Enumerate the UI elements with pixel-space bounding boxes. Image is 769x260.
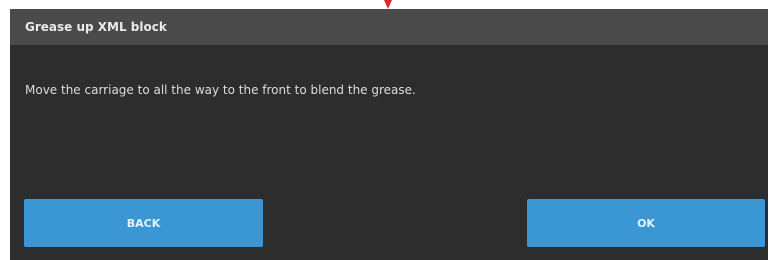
back-button[interactable]: BACK [24, 199, 263, 247]
grease-dialog: Grease up XML block Move the carriage to… [10, 9, 768, 260]
dialog-body: Move the carriage to all the way to the … [25, 79, 753, 98]
dialog-title: Grease up XML block [25, 20, 167, 34]
pointer-arrow-icon [384, 0, 392, 9]
ok-button-label: OK [637, 216, 655, 230]
back-button-label: BACK [126, 216, 161, 230]
dialog-header: Grease up XML block [10, 9, 768, 45]
dialog-message: Move the carriage to all the way to the … [25, 83, 416, 97]
ok-button[interactable]: OK [527, 199, 765, 247]
